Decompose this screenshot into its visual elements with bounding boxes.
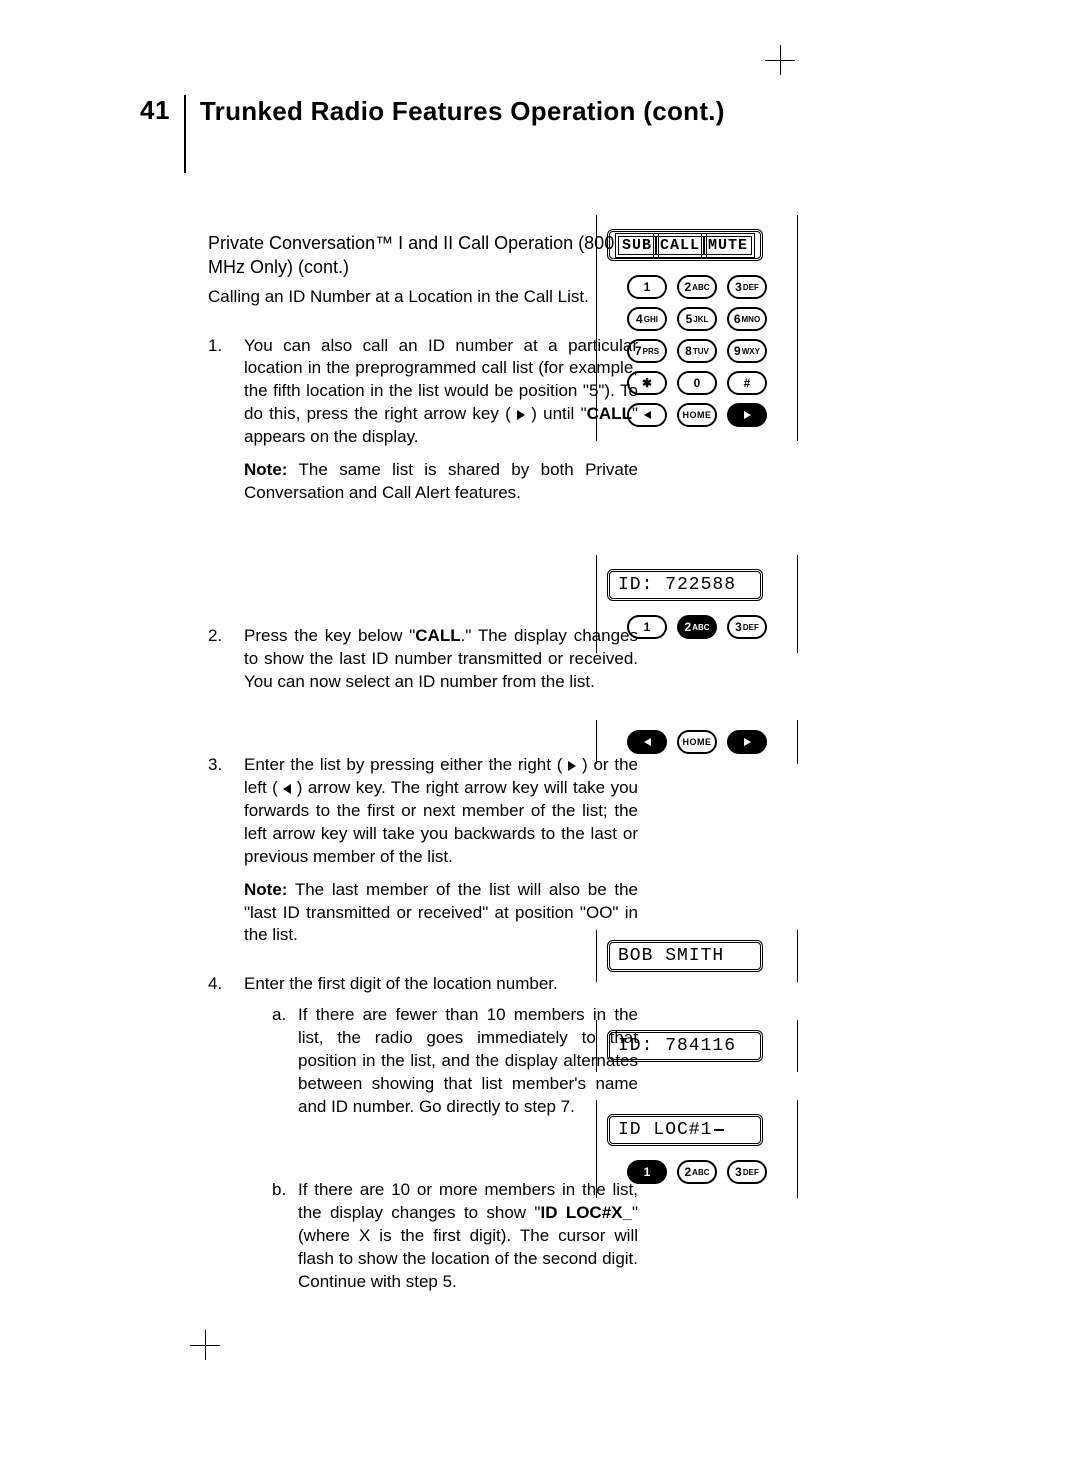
radio-frame: HOME [596,720,798,764]
keypad-nav-row: HOME [607,730,787,754]
step-4: 4. Enter the first digit of the location… [208,973,638,1293]
radio-frame: ID: 722588 1 2ABC 3DEF [596,555,798,653]
lcd-display: BOB SMITH [607,940,763,972]
key-left-arrow-highlighted [627,730,667,754]
keypad-row: 1 2ABC 3DEF [607,615,787,639]
step-body: Enter the list by pressing either the ri… [244,754,638,948]
right-arrow-icon [744,411,751,419]
step-number: 2. [208,625,244,694]
lcd-display: ID LOC#1 [607,1114,763,1146]
key-2: 2ABC [677,275,717,299]
step-1: 1. You can also call an ID number at a p… [208,335,638,506]
radio-illustration-nav: HOME [596,720,798,764]
step-number: 1. [208,335,244,506]
key-3: 3DEF [727,275,767,299]
step-body: Press the key below "CALL." The display … [244,625,638,694]
key-2: 2ABC [677,1160,717,1184]
radio-frame: SUB CALL MUTE 1 2ABC 3DEF 4GHI 5JKL 6MNO… [596,215,798,441]
left-arrow-icon [283,784,291,794]
radio-illustration-name: BOB SMITH [596,930,798,982]
radio-illustration-id: ID: 722588 1 2ABC 3DEF [596,555,798,653]
section-caption: Calling an ID Number at a Location in th… [208,286,638,309]
header-divider [184,95,186,173]
key-1: 1 [627,615,667,639]
step-note: Note: The last member of the list will a… [244,879,638,948]
step-3: 3. Enter the list by pressing either the… [208,754,638,948]
key-7: 7PRS [627,339,667,363]
radio-illustration-loc: ID LOC#1 1 2ABC 3DEF [596,1100,798,1198]
lcd-display: ID: 784116 [607,1030,763,1062]
key-home: HOME [677,730,717,754]
lcd-display: ID: 722588 [607,569,763,601]
step-number: 4. [208,973,244,1293]
key-right-arrow-highlighted [727,403,767,427]
radio-frame: BOB SMITH [596,930,798,982]
page-title: Trunked Radio Features Operation (cont.) [200,95,725,128]
right-arrow-icon [517,410,525,420]
key-1: 1 [627,275,667,299]
section-subhead: Private Conversation™ I and II Call Oper… [208,231,638,280]
radio-frame: ID LOC#1 1 2ABC 3DEF [596,1100,798,1198]
lcd-softkeys: SUB CALL MUTE [607,229,763,261]
softkey-sub: SUB [618,236,656,255]
radio-illustration-full: SUB CALL MUTE 1 2ABC 3DEF 4GHI 5JKL 6MNO… [596,215,798,441]
key-1-highlighted: 1 [627,1160,667,1184]
key-5: 5JKL [677,307,717,331]
left-arrow-icon [644,411,651,419]
radio-frame: ID: 784116 [596,1020,798,1072]
keypad-row: 1 2ABC 3DEF [607,1160,787,1184]
step-2: 2. Press the key below "CALL." The displ… [208,625,638,694]
key-hash: # [727,371,767,395]
step-body: Enter the first digit of the location nu… [244,973,638,1293]
key-9: 9WXY [727,339,767,363]
step-body: You can also call an ID number at a part… [244,335,638,506]
key-6: 6MNO [727,307,767,331]
substep-b: b. If there are 10 or more members in th… [272,1179,638,1294]
page-header: 41 Trunked Radio Features Operation (con… [140,95,780,173]
right-arrow-icon [744,738,751,746]
substep-a: a. If there are fewer than 10 members in… [272,1004,638,1119]
key-home: HOME [677,403,717,427]
key-4: 4GHI [627,307,667,331]
keypad: 1 2ABC 3DEF 4GHI 5JKL 6MNO 7PRS 8TUV 9WX… [607,275,787,427]
body-text: Private Conversation™ I and II Call Oper… [208,231,638,1294]
key-3: 3DEF [727,1160,767,1184]
key-2-highlighted: 2ABC [677,615,717,639]
key-star: ✱ [627,371,667,395]
key-8: 8TUV [677,339,717,363]
page-number: 41 [140,95,184,126]
key-0: 0 [677,371,717,395]
key-3: 3DEF [727,615,767,639]
right-arrow-icon [568,761,576,771]
cursor-icon [714,1129,724,1131]
key-right-arrow-highlighted [727,730,767,754]
key-left-arrow [627,403,667,427]
softkey-mute: MUTE [704,236,752,255]
left-arrow-icon [644,738,651,746]
step-note: Note: The same list is shared by both Pr… [244,459,638,505]
step-number: 3. [208,754,244,948]
softkey-call: CALL [656,236,704,255]
radio-illustration-id2: ID: 784116 [596,1020,798,1072]
